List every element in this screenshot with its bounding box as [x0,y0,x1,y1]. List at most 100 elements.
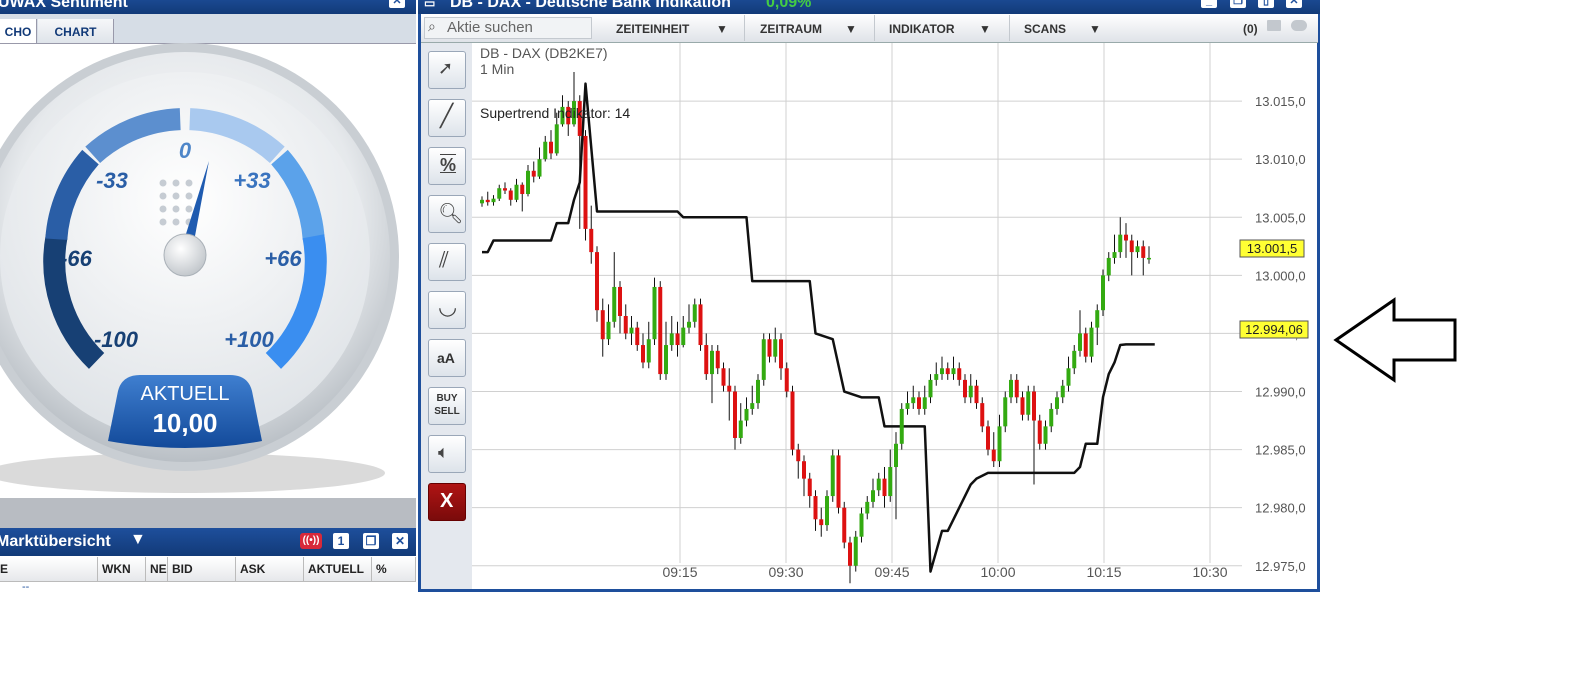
menu-scans[interactable]: SCANS ▼ [1024,15,1108,41]
annotation-arrow [1333,297,1457,383]
folder-icon[interactable] [1267,20,1281,31]
candle-body [692,304,697,322]
buy-sell-tool[interactable]: BUY SELL [428,387,466,425]
x-tick-label: 09:45 [874,564,909,580]
window-number-badge[interactable]: 1 [333,533,349,549]
close-icon[interactable]: ✕ [389,0,405,8]
menu-zeiteinheit-label: ZEITEINHEIT [616,22,690,36]
candle-body [618,286,622,316]
candle-body [675,333,680,346]
candle-body [922,397,927,409]
cursor-plus-tool[interactable]: ➚ [428,51,466,89]
candle-body [698,304,703,346]
line-icon: ╱ [440,103,454,128]
menu-zeitraum[interactable]: ZEITRAUM ▼ [760,15,875,41]
gauge-label-zero: 0 [179,138,192,163]
menu-indikator[interactable]: INDIKATOR ▼ [889,15,1010,41]
tab-cho[interactable]: CHO [0,19,37,43]
candle-body [646,339,651,363]
candle-body [905,403,910,409]
cloud-icon[interactable] [1291,20,1307,31]
candle-body [1014,379,1019,398]
chevron-down-icon[interactable]: ▼ [130,531,146,549]
candle-body [1135,246,1140,253]
candle-body [1112,252,1117,258]
zoom-tool[interactable]: 🔍︎ [428,195,466,233]
chevron-down-icon: ▼ [845,22,857,36]
candle-body [1106,257,1111,276]
candle-body [1043,426,1048,444]
candle-body [1020,397,1025,415]
line-tool[interactable]: ╱ [428,99,466,137]
arrow-left-icon [1333,297,1457,383]
col-header-ne[interactable]: NE [146,557,168,581]
candle-body [1083,333,1088,357]
candle-body [1095,310,1100,328]
minimize-icon[interactable]: _ [1201,0,1217,8]
candle-body [848,542,852,566]
speaker-icon: 🔈︎ [438,442,449,462]
maximize-icon[interactable]: ▯ [1258,0,1274,8]
chart-grid [472,43,1242,567]
candle-body [882,478,887,497]
candle-body [756,379,760,404]
live-stream-icon[interactable]: ((•)) [300,533,322,549]
candle-body [968,385,973,398]
menu-zeiteinheit[interactable]: ZEITEINHEIT ▼ [616,15,745,41]
gauge-hub [163,233,207,277]
sound-tool[interactable]: 🔈︎ [428,435,466,473]
x-tick-label: 10:15 [1086,564,1121,580]
chart-symbol: DB - DAX (DB2KE7) [480,45,608,61]
col-header-name[interactable]: E [0,557,98,581]
col-header-percent[interactable]: % [372,557,416,581]
tab-chart[interactable]: CHART [38,19,114,43]
candle-body [652,286,657,340]
x-tick-label: 10:00 [980,564,1015,580]
close-chart-button[interactable]: X [428,483,466,521]
candle-body [980,403,985,427]
col-header-ask[interactable]: ASK [236,557,304,581]
cursor-plus-icon: ➚ [438,58,454,78]
candle-body [497,188,502,199]
col-header-bid[interactable]: BID [168,557,236,581]
parallel-lines-icon: ⫽ [439,247,449,272]
sentiment-title: UWAX Sentiment [0,0,128,11]
col-header-wkn[interactable]: WKN [98,557,146,581]
candle-body [1066,368,1071,386]
candle-body [796,449,801,462]
price-chart[interactable]: 13.015,013.010,013.005,013.000,012.995,0… [472,43,1317,589]
candle-body [911,397,916,404]
candle-body [1009,379,1013,398]
percent-tool[interactable]: % [428,147,466,185]
x-tick-label: 09:15 [662,564,697,580]
restore-icon[interactable]: ❐ [1230,0,1246,8]
candle-body [612,286,617,322]
chart-title: DB - DAX - Deutsche Bank Indikation [450,0,731,11]
close-icon[interactable]: ✕ [392,533,408,549]
search-field[interactable]: ⌕ Aktie suchen [424,17,592,39]
candle-body [1026,391,1031,415]
candle-body [526,170,530,195]
supertrend-line [482,82,1155,573]
candle-body [917,397,921,409]
candle-body [738,420,743,438]
gauge-label-minus-33: -33 [96,168,128,193]
detach-window-icon[interactable]: ❐ [363,533,379,549]
candle-body [974,385,979,404]
candle-body [589,228,594,253]
candle-body [1124,234,1128,241]
chart-plot-area[interactable]: 13.015,013.010,013.005,013.000,012.995,0… [472,43,1317,589]
price-tag-last-text: 13.001,5 [1247,241,1298,256]
candle-body [1078,333,1082,351]
text-tool[interactable]: aA [428,339,466,377]
arc-tool[interactable]: ◡ [428,291,466,329]
buy-sell-label: BUY SELL [434,393,460,417]
sentiment-titlebar: UWAX Sentiment ✕ [0,0,416,14]
candle-body [773,339,778,357]
x-tick-label: 10:30 [1192,564,1227,580]
col-header-aktuell[interactable]: AKTUELL [304,557,372,581]
candle-body [813,496,818,520]
parallel-lines-tool[interactable]: ⫽ [428,243,466,281]
close-icon[interactable]: ✕ [1286,0,1302,8]
y-tick-label: 12.980,0 [1255,501,1306,516]
